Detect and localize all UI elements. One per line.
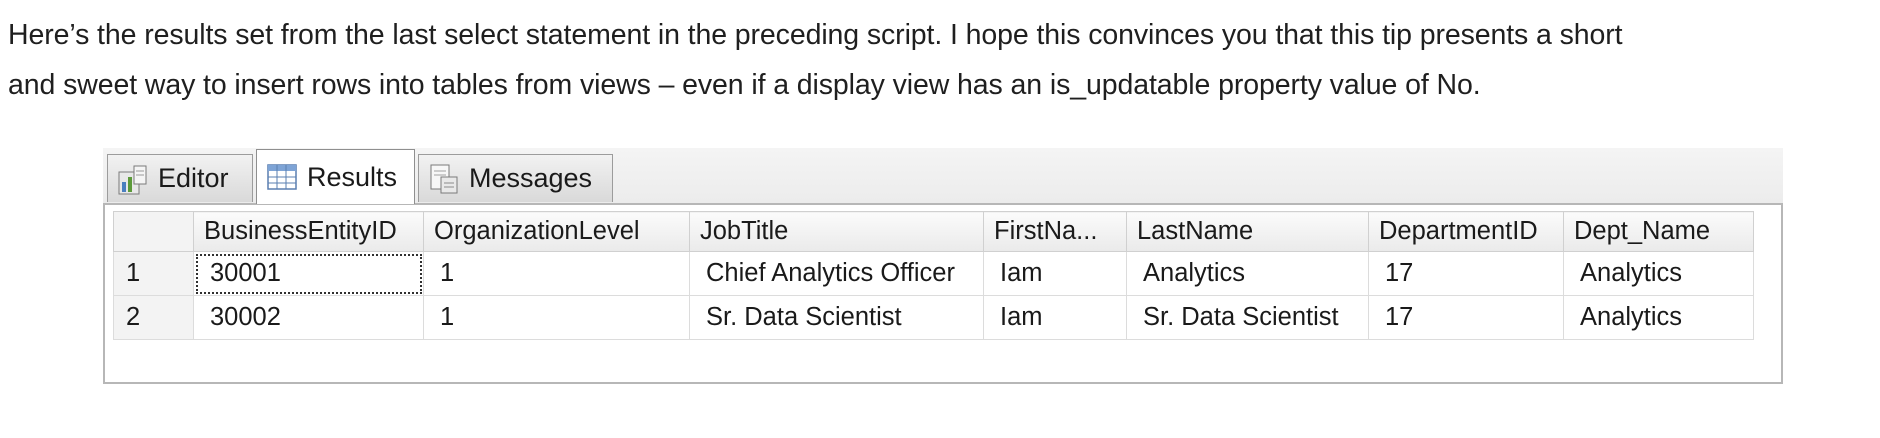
grid-cell[interactable]: Analytics (1563, 295, 1754, 340)
grid-cell[interactable]: Sr. Data Scientist (1126, 295, 1369, 340)
tab-editor-label: Editor (158, 163, 229, 193)
results-grid: BusinessEntityID OrganizationLevel JobTi… (113, 211, 1754, 340)
column-header[interactable]: FirstNa... (983, 211, 1127, 252)
article-line-2: and sweet way to insert rows into tables… (8, 69, 1481, 101)
row-number[interactable]: 2 (113, 295, 194, 340)
grid-corner[interactable] (113, 211, 194, 252)
grid-cell[interactable]: 17 (1368, 295, 1564, 340)
editor-icon (118, 165, 147, 194)
results-tabstrip: Editor Results Messages (103, 148, 1783, 204)
article-paragraph: Here’s the results set from the last sel… (8, 10, 1874, 110)
grid-cell[interactable]: Analytics (1563, 251, 1754, 296)
tab-results[interactable]: Results (256, 149, 415, 204)
row-number[interactable]: 1 (113, 251, 194, 296)
query-results-pane: Editor Results Messages BusinessEntityID… (103, 148, 1783, 386)
column-header[interactable]: OrganizationLevel (423, 211, 690, 252)
grid-cell[interactable]: Analytics (1126, 251, 1369, 296)
column-header[interactable]: DepartmentID (1368, 211, 1564, 252)
grid-cell[interactable]: 17 (1368, 251, 1564, 296)
grid-cell[interactable]: 30001 (193, 251, 424, 296)
grid-header-row: BusinessEntityID OrganizationLevel JobTi… (113, 211, 1754, 252)
grid-cell[interactable]: 30002 (193, 295, 424, 340)
grid-cell[interactable]: 1 (423, 251, 690, 296)
grid-cell[interactable]: Chief Analytics Officer (689, 251, 984, 296)
messages-icon (430, 164, 458, 193)
results-grid-icon (267, 164, 297, 190)
column-header[interactable]: JobTitle (689, 211, 984, 252)
column-header[interactable]: BusinessEntityID (193, 211, 424, 252)
column-header[interactable]: Dept_Name (1563, 211, 1754, 252)
results-grid-frame: BusinessEntityID OrganizationLevel JobTi… (103, 203, 1783, 384)
article-line-1: Here’s the results set from the last sel… (8, 19, 1623, 51)
tab-messages-label: Messages (469, 163, 593, 193)
table-row: 1 30001 1 Chief Analytics Officer Iam An… (113, 251, 1754, 296)
grid-cell[interactable]: Iam (983, 295, 1127, 340)
tab-results-label: Results (307, 161, 398, 192)
grid-cell[interactable]: Iam (983, 251, 1127, 296)
tab-messages[interactable]: Messages (418, 154, 613, 202)
column-header[interactable]: LastName (1126, 211, 1369, 252)
grid-cell[interactable]: Sr. Data Scientist (689, 295, 984, 340)
tab-editor[interactable]: Editor (107, 154, 253, 202)
table-row: 2 30002 1 Sr. Data Scientist Iam Sr. Dat… (113, 295, 1754, 340)
grid-cell[interactable]: 1 (423, 295, 690, 340)
